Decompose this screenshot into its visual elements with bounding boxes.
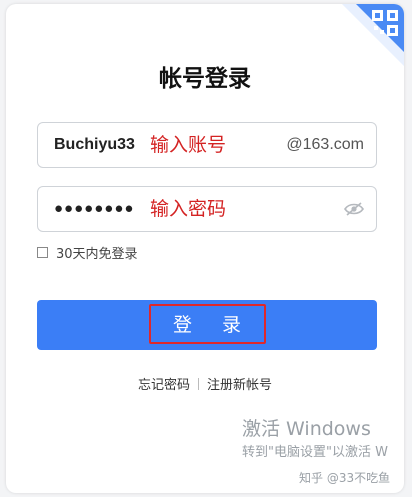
account-value: Buchiyu33 (54, 136, 135, 153)
email-domain-suffix: @163.com (286, 136, 364, 153)
login-button-label: 登 录 (172, 314, 254, 336)
forgot-password-link[interactable]: 忘记密码 (138, 378, 190, 393)
password-annotation: 输入密码 (150, 198, 227, 220)
page-title: 帐号登录 (159, 66, 251, 92)
password-masked-value: ●●●●●●●● (54, 200, 135, 217)
account-field[interactable]: Buchiyu33 输入账号 @163.com (37, 122, 377, 168)
source-watermark: 知乎 @33不吃鱼 (299, 471, 391, 485)
activation-watermark-title: 激活 Windows (242, 418, 371, 440)
register-link[interactable]: 注册新帐号 (207, 378, 272, 393)
link-divider (198, 378, 199, 390)
activation-watermark-text: 转到"电脑设置"以激活 W (242, 445, 388, 460)
login-button[interactable]: 登 录 (37, 300, 377, 350)
remember-label: 30天内免登录 (56, 246, 138, 262)
remember-checkbox[interactable] (37, 246, 48, 258)
qr-code-icon[interactable] (342, 4, 404, 66)
eye-slash-icon[interactable] (344, 201, 364, 217)
footer-links: 忘记密码 注册新帐号 (6, 374, 404, 393)
account-annotation: 输入账号 (150, 134, 227, 156)
remember-login-option[interactable]: 30天内免登录 (37, 244, 138, 262)
password-field[interactable]: ●●●●●●●● 输入密码 (37, 186, 377, 232)
